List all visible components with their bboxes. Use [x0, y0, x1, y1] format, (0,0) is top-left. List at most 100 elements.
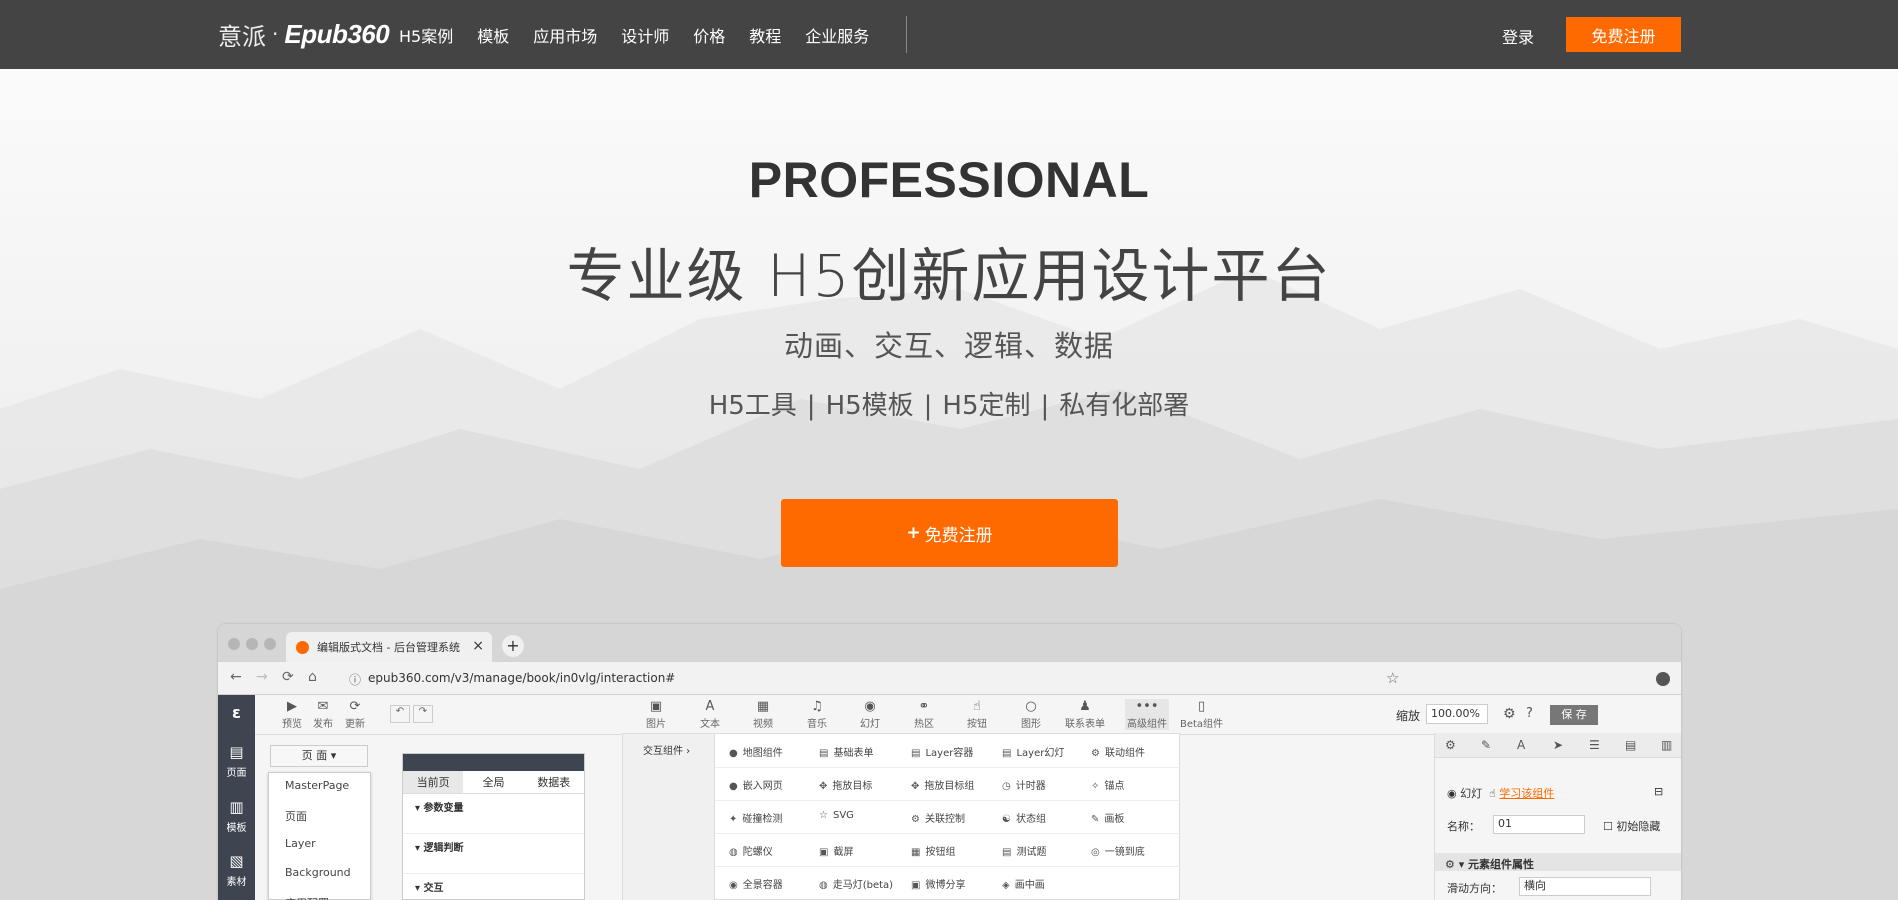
logo-dot: ·: [272, 22, 279, 46]
component-label: 全景容器: [742, 880, 783, 891]
browser-mockup: 编辑版式文档 - 后台管理系统 × + ← → ⟳ ⌂ ⓘ epub360.co…: [218, 624, 1681, 900]
contact-form-icon: ♟: [1079, 699, 1091, 714]
component-item: ◍ 走马灯(beta): [819, 876, 893, 891]
properties-tabs: ⚙ ✎ A ➤ ☰ ▤ ▥: [1435, 733, 1681, 758]
tab-title: 编辑版式文档 - 后台管理系统: [317, 641, 460, 654]
nav-link-designers[interactable]: 设计师: [621, 23, 669, 47]
toolbar-label: Beta组件: [1180, 719, 1224, 730]
toolbar-music: ♫ 音乐: [807, 699, 827, 730]
nav-link-templates[interactable]: 模板: [477, 23, 509, 47]
hotspot-icon: ⚭: [918, 699, 930, 714]
service-h5-custom[interactable]: H5定制: [942, 391, 1030, 421]
send-icon: ➤: [1553, 738, 1564, 752]
toolbar-label: 高级组件: [1127, 719, 1167, 730]
hero-features: 动画、交互、逻辑、数据: [783, 329, 1114, 363]
component-item: ✎ 画板: [1091, 810, 1124, 825]
component-label: 测试题: [1016, 847, 1047, 858]
nav-divider: [906, 16, 907, 53]
page-icon: ▤: [229, 743, 244, 761]
login-link[interactable]: 登录: [1502, 24, 1534, 48]
component-label: 地图组件: [742, 748, 783, 759]
traffic-light-close: [228, 638, 240, 650]
toolbar-hotspot: ⚭ 热区: [914, 699, 934, 730]
bookmark-star-icon: ☆: [1386, 669, 1400, 687]
cta-register-button[interactable]: + 免费注册: [781, 499, 1118, 567]
button-icon: ☝: [973, 699, 981, 714]
zoom-input: 100.00%: [1426, 704, 1488, 724]
toolbar-video: ▦ 视频: [753, 699, 773, 730]
component-item: ⚙ 联动组件: [1091, 744, 1145, 759]
nav-link-tutorials[interactable]: 教程: [749, 23, 781, 47]
grid-divider: [715, 866, 1181, 867]
logo-brand-text: Epub360: [284, 18, 390, 49]
component-item: ◎ 一镜到底: [1091, 843, 1145, 858]
nav-link-cases[interactable]: H5案例: [399, 23, 453, 47]
url-text: epub360.com/v3/manage/book/in0vlg/intera…: [368, 671, 676, 685]
toolbar-label: 更新: [345, 719, 365, 730]
component-label: 基础表单: [833, 748, 874, 759]
hero-title: PROFESSIONAL: [748, 152, 1150, 208]
component-item: ✦ 碰撞检测: [729, 810, 782, 825]
back-icon: ←: [230, 669, 242, 685]
toolbar-slide: ◉ 幻灯: [860, 699, 880, 730]
logo-cn-text: 意派: [218, 22, 266, 51]
component-icon: ◷: [1002, 781, 1011, 792]
panel-header: [403, 754, 584, 771]
close-tab-icon: ×: [472, 638, 484, 654]
component-icon: ✥: [911, 781, 920, 792]
name-label: 名称：: [1447, 820, 1480, 833]
component-label: SVG: [832, 810, 854, 821]
component-label: Layer容器: [925, 748, 974, 759]
advanced-icon: •••: [1135, 699, 1159, 714]
component-label: 拖放目标组: [924, 781, 975, 792]
component-item: ▦ 按钮组: [911, 843, 955, 858]
component-icon: ⚙: [1091, 748, 1100, 759]
component-icon: ◍: [819, 880, 828, 891]
preview-icon: ▶: [287, 699, 297, 714]
font-icon: A: [1517, 738, 1526, 752]
sidebar-item-template: ▥ 模板: [218, 798, 255, 834]
service-private-deploy[interactable]: 私有化部署: [1059, 391, 1189, 421]
sidebar-item-material: ▧ 素材: [218, 852, 255, 888]
initial-hidden-checkbox: ☐ 初始隐藏: [1603, 820, 1661, 833]
variables-panel: 当前页 全局 数据表 ▾ 参数变量 ▾ 逻辑判断 ▾ 交互: [402, 753, 585, 900]
logo[interactable]: 意派 · Epub360: [218, 14, 390, 54]
toolbar-update: ⟳ 更新: [345, 699, 365, 730]
component-item: ☯ 状态组: [1002, 810, 1046, 825]
grid-divider: [715, 833, 1181, 834]
doc-icon: ▤: [1625, 738, 1637, 752]
reload-icon: ⟳: [282, 669, 294, 685]
component-icon: ⚙: [911, 814, 920, 825]
page-menu-item: Layer: [285, 837, 316, 850]
extension-icon: [1656, 672, 1670, 686]
service-h5-tool[interactable]: H5工具: [709, 391, 797, 421]
info-icon: ⓘ: [349, 673, 362, 687]
service-h5-template[interactable]: H5模板: [826, 391, 914, 421]
component-icon: ◍: [729, 847, 738, 858]
component-item: ▤ 基础表单: [819, 744, 873, 759]
grid-divider: [715, 767, 1181, 768]
editor-app: ε ▤ 页面 ▥ 模板 ▧ 素材 ▶ 预览 ✉ 发布 ⟳ 更新 ↶ ↷ ▣ 图片…: [218, 695, 1681, 900]
address-bar: ← → ⟳ ⌂ ⓘ epub360.com/v3/manage/book/in0…: [218, 662, 1681, 695]
component-item: ▤ Layer幻灯: [1002, 744, 1064, 759]
component-label: 一镜到底: [1104, 847, 1145, 858]
panel-section-label: 交互: [423, 883, 444, 894]
nav-link-enterprise[interactable]: 企业服务: [805, 23, 869, 47]
page-select: 页 面 ▾: [270, 745, 368, 767]
component-icon: ✥: [819, 781, 828, 792]
component-label: 关联控制: [924, 814, 965, 825]
component-icon: ☆: [819, 810, 828, 821]
component-icon: ✎: [1091, 814, 1100, 825]
component-item: ● 嵌入网页: [729, 777, 783, 792]
component-item: ▤ Layer容器: [911, 744, 973, 759]
component-icon: ◈: [1002, 880, 1010, 891]
toolbar-label: 幻灯: [860, 719, 880, 730]
panel-section-label: 参数变量: [423, 803, 464, 814]
component-icon: ▣: [911, 880, 921, 891]
toolbar-label: 发布: [313, 719, 333, 730]
nav-link-app-market[interactable]: 应用市场: [533, 23, 597, 47]
nav-link-pricing[interactable]: 价格: [693, 23, 725, 47]
component-item: ⚙ 关联控制: [911, 810, 965, 825]
register-button[interactable]: 免费注册: [1566, 17, 1681, 52]
music-icon: ♫: [811, 699, 823, 714]
